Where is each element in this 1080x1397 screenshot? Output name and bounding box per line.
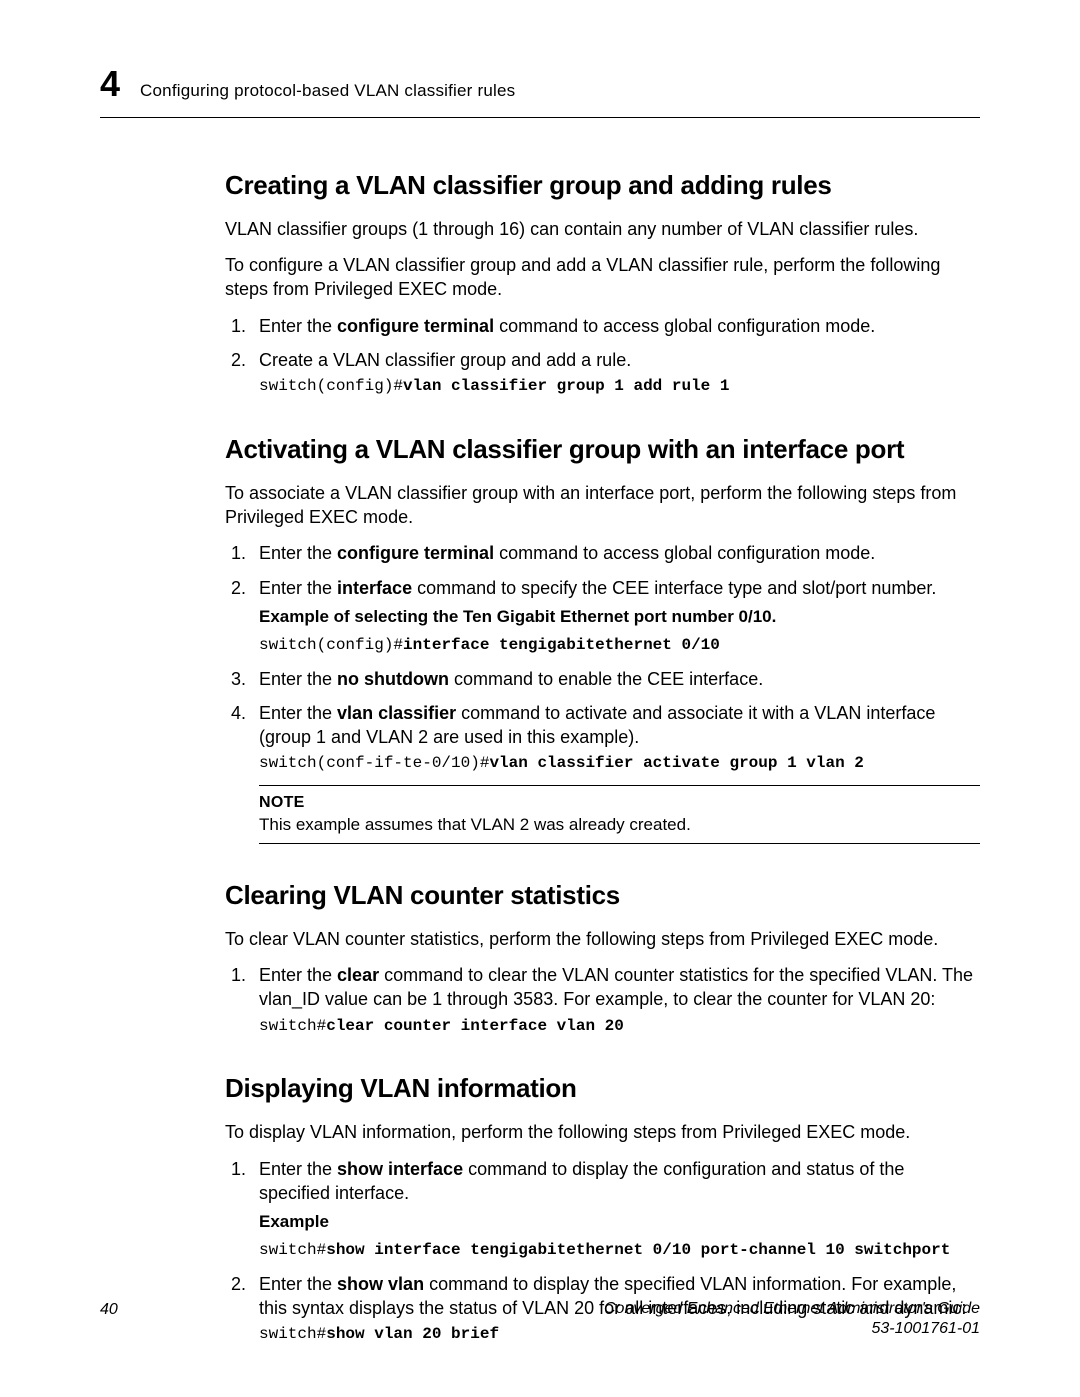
cmd: show interface xyxy=(337,1159,463,1179)
text: command to specify the CEE interface typ… xyxy=(412,578,936,598)
prompt: switch# xyxy=(259,1241,326,1259)
page-header: 4 Configuring protocol-based VLAN classi… xyxy=(100,60,980,118)
heading-clear: Clearing VLAN counter statistics xyxy=(225,878,980,913)
prompt: switch(config)# xyxy=(259,636,403,654)
main-content: Creating a VLAN classifier group and add… xyxy=(225,168,980,1346)
note-label: NOTE xyxy=(259,792,980,814)
text: Enter the xyxy=(259,669,337,689)
text: Enter the xyxy=(259,578,337,598)
example-subhead: Example of selecting the Ten Gigabit Eth… xyxy=(259,606,980,629)
cmd: no shutdown xyxy=(337,669,449,689)
heading-activate: Activating a VLAN classifier group with … xyxy=(225,432,980,467)
clear-step-1: Enter the clear command to clear the VLA… xyxy=(251,963,980,1037)
cmd: interface tengigabitethernet 0/10 xyxy=(403,636,720,654)
text: Enter the xyxy=(259,965,337,985)
text: Enter the xyxy=(259,1159,337,1179)
create-steps: Enter the configure terminal command to … xyxy=(225,314,980,398)
create-step-2: Create a VLAN classifier group and add a… xyxy=(251,348,980,398)
cmd: show interface tengigabitethernet 0/10 p… xyxy=(326,1241,950,1259)
doc-title: Converged Enhanced Ethernet Administrato… xyxy=(604,1299,980,1319)
prompt: switch(conf-if-te-0/10)# xyxy=(259,754,489,772)
prompt: switch# xyxy=(259,1017,326,1035)
cmd: vlan classifier group 1 add rule 1 xyxy=(403,377,729,395)
cmd: interface xyxy=(337,578,412,598)
cmd: vlan classifier xyxy=(337,703,456,723)
activate-step-2: Enter the interface command to specify t… xyxy=(251,576,980,657)
text: Create a VLAN classifier group and add a… xyxy=(259,350,631,370)
activate-steps: Enter the configure terminal command to … xyxy=(225,541,980,843)
prompt: switch(config)# xyxy=(259,377,403,395)
chapter-number: 4 xyxy=(100,60,120,109)
note-text: This example assumes that VLAN 2 was alr… xyxy=(259,814,980,837)
create-step-1: Enter the configure terminal command to … xyxy=(251,314,980,338)
doc-number: 53-1001761-01 xyxy=(604,1319,980,1339)
create-intro1: VLAN classifier groups (1 through 16) ca… xyxy=(225,217,980,241)
clear-steps: Enter the clear command to clear the VLA… xyxy=(225,963,980,1037)
code-block: switch(config)#vlan classifier group 1 a… xyxy=(259,376,980,398)
display-step-1: Enter the show interface command to disp… xyxy=(251,1157,980,1262)
activate-step-3: Enter the no shutdown command to enable … xyxy=(251,667,980,691)
cmd: clear counter interface vlan 20 xyxy=(326,1017,624,1035)
activate-step-1: Enter the configure terminal command to … xyxy=(251,541,980,565)
running-head: Configuring protocol-based VLAN classifi… xyxy=(140,80,515,103)
clear-intro: To clear VLAN counter statistics, perfor… xyxy=(225,927,980,951)
text: command to access global configuration m… xyxy=(494,543,875,563)
code-block: switch(config)#interface tengigabitether… xyxy=(259,635,980,657)
code-block: switch#clear counter interface vlan 20 xyxy=(259,1016,980,1038)
text: Enter the xyxy=(259,1274,337,1294)
text: Enter the xyxy=(259,703,337,723)
activate-intro: To associate a VLAN classifier group wit… xyxy=(225,481,980,530)
code-block: switch#show interface tengigabitethernet… xyxy=(259,1240,980,1262)
cmd: show vlan xyxy=(337,1274,424,1294)
example-label: Example xyxy=(259,1211,980,1234)
page-number: 40 xyxy=(100,1299,118,1339)
display-intro: To display VLAN information, perform the… xyxy=(225,1120,980,1144)
cmd: configure terminal xyxy=(337,543,494,563)
heading-create: Creating a VLAN classifier group and add… xyxy=(225,168,980,203)
cmd: vlan classifier activate group 1 vlan 2 xyxy=(489,754,863,772)
page: 4 Configuring protocol-based VLAN classi… xyxy=(0,0,1080,1397)
footer-right: Converged Enhanced Ethernet Administrato… xyxy=(604,1299,980,1339)
code-block: switch(conf-if-te-0/10)#vlan classifier … xyxy=(259,753,980,775)
cmd: configure terminal xyxy=(337,316,494,336)
note-block: NOTE This example assumes that VLAN 2 wa… xyxy=(259,785,980,844)
cmd: clear xyxy=(337,965,379,985)
activate-step-4: Enter the vlan classifier command to act… xyxy=(251,701,980,844)
text: command to enable the CEE interface. xyxy=(449,669,763,689)
page-footer: 40 Converged Enhanced Ethernet Administr… xyxy=(100,1299,980,1339)
text: Enter the xyxy=(259,543,337,563)
text: command to access global configuration m… xyxy=(494,316,875,336)
text: Enter the xyxy=(259,316,337,336)
create-intro2: To configure a VLAN classifier group and… xyxy=(225,253,980,302)
heading-display: Displaying VLAN information xyxy=(225,1071,980,1106)
